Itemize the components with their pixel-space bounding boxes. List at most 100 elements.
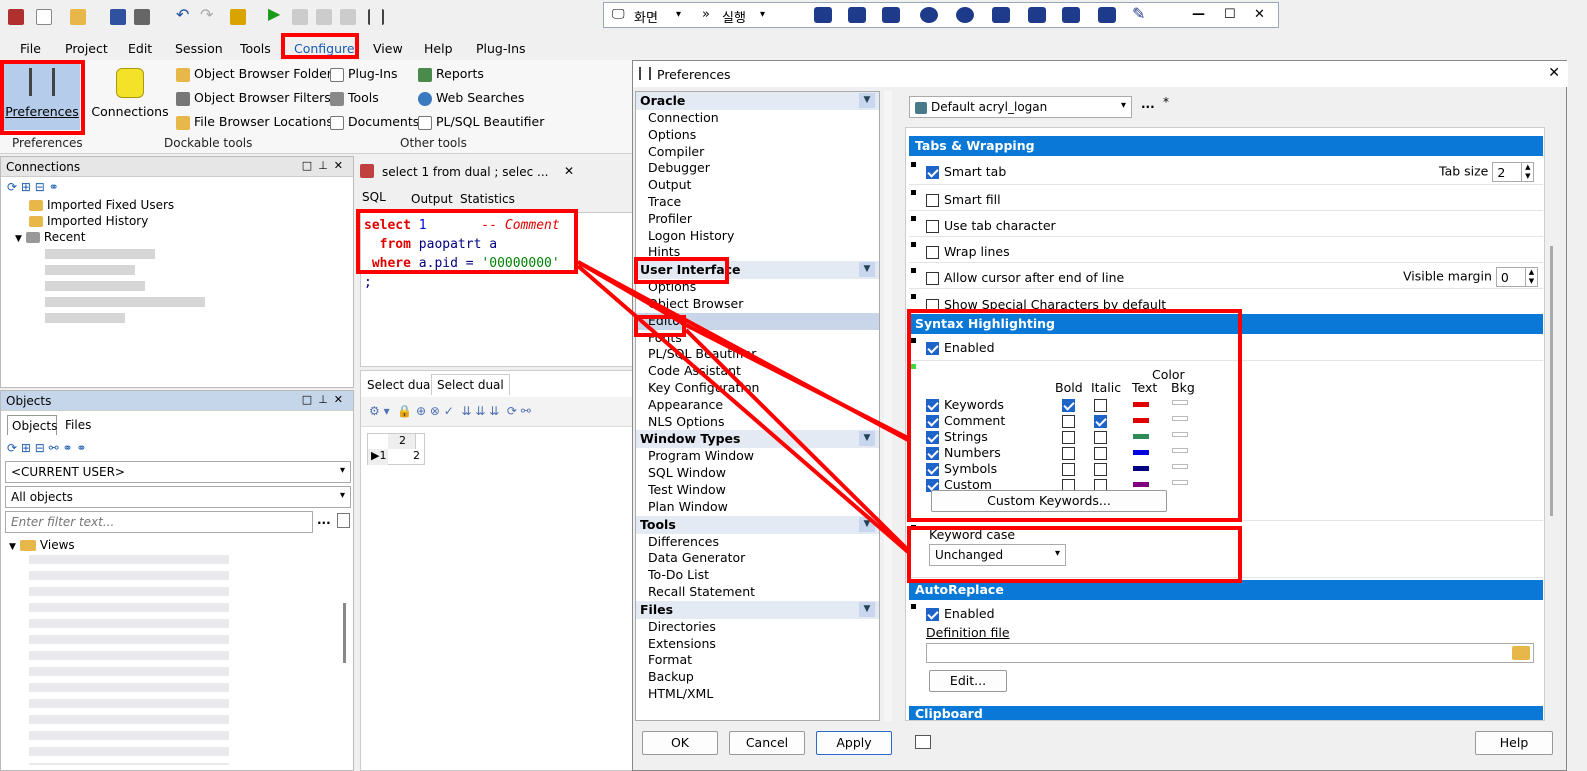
- tab-files[interactable]: Files: [61, 415, 95, 435]
- edit-button[interactable]: Edit...: [929, 670, 1007, 692]
- pointer-icon[interactable]: [882, 7, 900, 23]
- wrap-lines-checkbox[interactable]: Wrap lines: [926, 244, 1010, 259]
- smart-fill-checkbox[interactable]: Smart fill: [926, 192, 1001, 207]
- category-item[interactable]: Backup: [636, 669, 879, 686]
- bold-checkbox[interactable]: [1062, 429, 1080, 445]
- text-color-swatch[interactable]: [1133, 466, 1149, 471]
- undo-icon[interactable]: ↶: [176, 5, 192, 24]
- italic-checkbox[interactable]: [1094, 413, 1112, 429]
- scrollbar[interactable]: [1550, 246, 1553, 516]
- profile-more-button[interactable]: ...: [1141, 97, 1155, 111]
- refresh-icon[interactable]: [814, 7, 832, 23]
- menu-configure[interactable]: Configure: [294, 41, 355, 56]
- category-item[interactable]: Format: [636, 652, 879, 669]
- connections-button[interactable]: Connections: [90, 62, 170, 130]
- close-icon[interactable]: ✕: [564, 164, 574, 178]
- chevron-down-icon[interactable]: ▾: [676, 9, 681, 20]
- list-item[interactable]: [15, 309, 353, 325]
- customize-icon[interactable]: [368, 9, 384, 25]
- web-searches-button[interactable]: Web Searches: [418, 90, 524, 106]
- list-item[interactable]: [15, 293, 353, 309]
- open-icon[interactable]: [70, 9, 86, 25]
- maximize-icon[interactable]: ☐: [1224, 7, 1236, 22]
- run-button[interactable]: 실행: [722, 7, 746, 26]
- panel-buttons[interactable]: □⊥✕: [302, 393, 349, 406]
- menu-edit[interactable]: Edit: [128, 41, 152, 56]
- documents-button[interactable]: Documents: [330, 114, 419, 130]
- syntax-enabled-checkbox[interactable]: Enabled: [926, 340, 995, 355]
- object-browser-filters-button[interactable]: Object Browser Filters: [176, 90, 331, 106]
- save-icon[interactable]: [110, 9, 126, 25]
- mute-icon[interactable]: [992, 7, 1010, 23]
- visible-margin-field[interactable]: Visible margin 0 ▲ ▼: [1403, 267, 1538, 287]
- text-color-swatch[interactable]: [1133, 450, 1149, 455]
- tree-item[interactable]: ▼ Recent: [15, 229, 353, 245]
- tab-size-field[interactable]: Tab size 2 ▲ ▼: [1439, 162, 1535, 182]
- run-icon[interactable]: »: [702, 7, 710, 22]
- category-item[interactable]: Connection: [636, 110, 879, 127]
- text-color-swatch[interactable]: [1133, 434, 1149, 439]
- result-tab[interactable]: Select dual: [367, 378, 434, 392]
- background-color-swatch[interactable]: [1172, 400, 1188, 405]
- record-icon[interactable]: [1062, 7, 1080, 23]
- collapse-icon[interactable]: ▼: [859, 431, 875, 447]
- print-icon[interactable]: [134, 9, 150, 25]
- smart-tab-checkbox[interactable]: Smart tab: [926, 164, 1006, 179]
- camera-icon[interactable]: [1098, 7, 1116, 23]
- chat-icon[interactable]: [920, 7, 938, 23]
- category-item[interactable]: Object Browser: [636, 296, 879, 313]
- cancel-button[interactable]: Cancel: [729, 731, 805, 755]
- bold-checkbox[interactable]: [1062, 397, 1080, 413]
- menu-help[interactable]: Help: [424, 41, 453, 56]
- more-button[interactable]: ...: [317, 513, 331, 527]
- category-header[interactable]: Files ▼: [636, 600, 879, 619]
- category-item[interactable]: Output: [636, 177, 879, 194]
- sql-editor[interactable]: select 1 -- Comment from paopatrt a wher…: [360, 212, 636, 367]
- rollback-icon[interactable]: [340, 9, 356, 25]
- headset-icon[interactable]: [956, 7, 974, 23]
- syntax-item-checkbox[interactable]: Numbers: [926, 445, 1001, 461]
- collapse-icon[interactable]: ▼: [859, 262, 875, 278]
- category-item[interactable]: Options: [636, 279, 879, 296]
- menu-file[interactable]: File: [20, 41, 41, 56]
- category-item[interactable]: NLS Options: [636, 414, 879, 431]
- objects-type-select[interactable]: All objects ▾: [5, 486, 351, 508]
- export-icon[interactable]: [915, 735, 931, 749]
- category-item[interactable]: Plan Window: [636, 499, 879, 516]
- menu-view[interactable]: View: [373, 41, 403, 56]
- background-color-swatch[interactable]: [1172, 432, 1188, 437]
- syntax-item-checkbox[interactable]: Comment: [926, 413, 1005, 429]
- folder-icon[interactable]: [1512, 646, 1530, 660]
- scrollbar[interactable]: [343, 603, 346, 663]
- bold-checkbox[interactable]: [1062, 461, 1080, 477]
- sql-window-tab[interactable]: select 1 from dual ; selec ... ✕: [356, 158, 636, 186]
- apply-button[interactable]: Apply: [816, 731, 892, 755]
- background-color-swatch[interactable]: [1172, 464, 1188, 469]
- chevron-down-icon[interactable]: ▾: [760, 9, 765, 20]
- scrollbar[interactable]: [884, 91, 892, 721]
- list-item[interactable]: [15, 277, 353, 293]
- results-toolbar[interactable]: ⚙ ▾ 🔒 ⊕ ⊗ ✓ ⇊ ⇊ ⇊ ⟳ ⚯: [361, 397, 637, 427]
- close-icon[interactable]: ✕: [1254, 7, 1265, 22]
- italic-checkbox[interactable]: [1094, 429, 1112, 445]
- menu-tools[interactable]: Tools: [240, 41, 271, 56]
- plsql-beautifier-button[interactable]: PL/SQL Beautifier: [418, 114, 544, 130]
- category-item[interactable]: HTML/XML: [636, 686, 879, 703]
- user-select[interactable]: <CURRENT USER> ▾: [5, 461, 351, 483]
- connections-toolbar[interactable]: ⟳ ⊞ ⊟ ⚭: [1, 177, 353, 197]
- spinner-arrows[interactable]: ▲ ▼: [1521, 163, 1533, 181]
- category-item[interactable]: Profiler: [636, 211, 879, 228]
- object-browser-folders-button[interactable]: Object Browser Folders: [176, 66, 338, 82]
- category-item[interactable]: Debugger: [636, 160, 879, 177]
- filter-input[interactable]: [5, 511, 313, 533]
- tools-button[interactable]: Tools: [330, 90, 379, 106]
- category-item[interactable]: Fonts: [636, 330, 879, 347]
- tab-output[interactable]: Output: [411, 192, 453, 206]
- bold-checkbox[interactable]: [1062, 445, 1080, 461]
- category-item[interactable]: Compiler: [636, 144, 879, 161]
- italic-checkbox[interactable]: [1094, 445, 1112, 461]
- menu-project[interactable]: Project: [65, 41, 108, 56]
- reports-button[interactable]: Reports: [418, 66, 484, 82]
- category-item[interactable]: Logon History: [636, 228, 879, 245]
- italic-checkbox[interactable]: [1094, 397, 1112, 413]
